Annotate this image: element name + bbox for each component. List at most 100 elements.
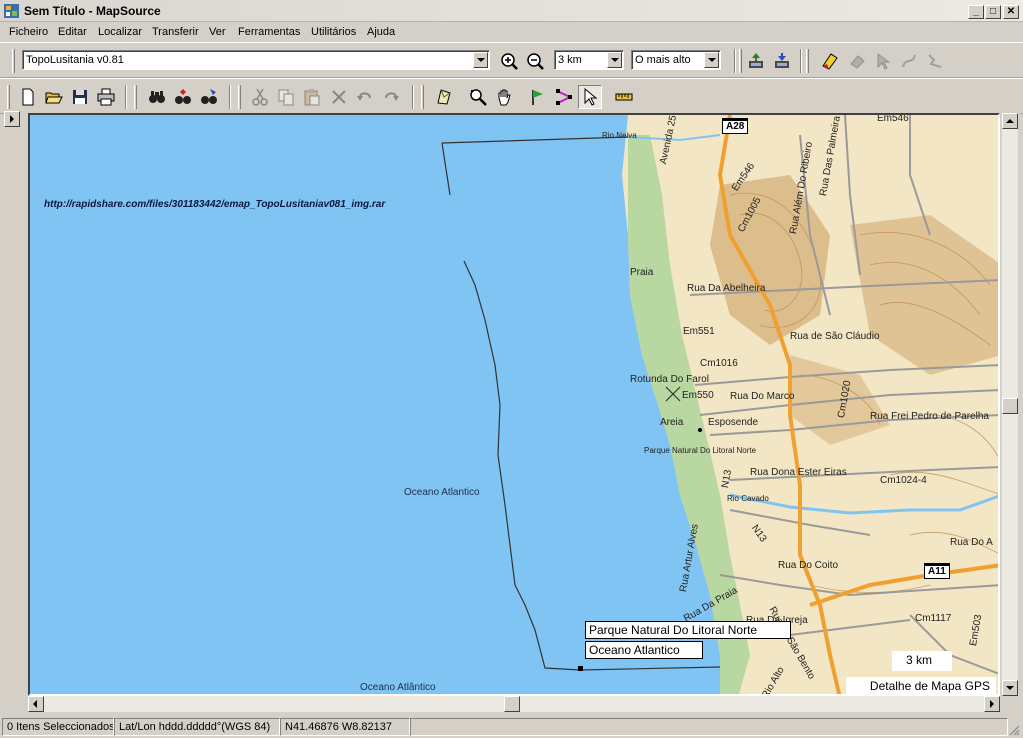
detail-level-select[interactable]: O mais alto	[631, 50, 721, 70]
menu-localizar[interactable]: Localizar	[98, 26, 142, 38]
selection-arrow-icon	[584, 88, 598, 106]
copy-button[interactable]	[274, 85, 298, 109]
find-nearby-button[interactable]	[171, 85, 195, 109]
track-button[interactable]	[923, 49, 947, 73]
delete-button[interactable]	[327, 85, 351, 109]
chevron-down-icon[interactable]	[704, 52, 719, 68]
map-canvas[interactable]: http://rapidshare.com/files/301183442/em…	[28, 113, 1000, 696]
map-label: Rua Do Coito	[778, 560, 839, 571]
find-button[interactable]	[145, 85, 169, 109]
toolbar-separator	[734, 49, 736, 73]
scroll-up-button[interactable]	[1002, 113, 1018, 129]
expand-sidebar-button[interactable]	[4, 111, 20, 127]
route-icon	[902, 54, 916, 68]
toolbar-grip[interactable]	[7, 85, 10, 109]
map-frame: http://rapidshare.com/files/301183442/em…	[4, 110, 1020, 716]
map-eraser-button[interactable]	[845, 49, 869, 73]
vertical-scrollbar[interactable]	[1002, 113, 1018, 696]
map-product-button[interactable]	[818, 49, 842, 73]
zoom-tool-button[interactable]	[466, 85, 490, 109]
toolbar-grip[interactable]	[421, 85, 424, 109]
title-bar[interactable]: Sem Título - MapSource _ □ ✕	[0, 0, 1023, 22]
toolbar-separator	[229, 85, 231, 109]
map-label: Rio Cavado	[727, 494, 769, 503]
distance-ruler-button[interactable]	[612, 85, 636, 109]
print-button[interactable]	[94, 85, 118, 109]
find-address-button[interactable]	[197, 85, 221, 109]
redo-icon	[385, 92, 399, 101]
send-to-device-button[interactable]	[744, 49, 768, 73]
map-label: Em551	[683, 326, 715, 337]
chevron-down-icon[interactable]	[473, 52, 488, 68]
toolbar-separator	[125, 85, 127, 109]
zoom-scale-select[interactable]: 3 km	[554, 50, 624, 70]
toolbar-grip[interactable]	[134, 85, 137, 109]
pan-hand-icon	[498, 89, 511, 106]
waypoint-flag-icon	[532, 90, 543, 105]
cut-button[interactable]	[248, 85, 272, 109]
mapsource-window: Sem Título - MapSource _ □ ✕ Ficheiro Ed…	[0, 0, 1023, 738]
map-label: Rotunda Do Farol	[630, 374, 709, 385]
copy-icon	[278, 89, 294, 106]
horizontal-scroll-thumb[interactable]	[504, 696, 520, 712]
toolbar-separator	[800, 49, 802, 73]
route-tool-button[interactable]	[552, 85, 576, 109]
vertical-scroll-thumb[interactable]	[1002, 398, 1018, 414]
open-file-button[interactable]	[42, 85, 66, 109]
menu-ajuda[interactable]: Ajuda	[367, 26, 395, 38]
menu-transferir[interactable]: Transferir	[152, 26, 199, 38]
map-label: Parque Natural Do Litoral Norte	[644, 446, 757, 455]
print-icon	[97, 88, 115, 106]
zoom-in-icon	[501, 53, 518, 70]
map-label: Rio Neiva	[602, 131, 637, 140]
undo-icon	[357, 92, 371, 101]
selection-arrow-button[interactable]	[578, 85, 602, 109]
menu-editar[interactable]: Editar	[58, 26, 87, 38]
chevron-down-icon[interactable]	[607, 52, 622, 68]
toolbar-grip[interactable]	[739, 49, 742, 73]
menu-ferramentas[interactable]: Ferramentas	[238, 26, 300, 38]
maximize-button[interactable]: □	[985, 5, 1001, 19]
window-title: Sem Título - MapSource	[24, 4, 161, 18]
status-empty-panel	[410, 718, 1008, 736]
paste-button[interactable]	[300, 85, 324, 109]
map-label: Cm1117	[915, 613, 952, 624]
route-tool-icon	[556, 89, 573, 105]
map-product-select[interactable]: TopoLusitania v0.81	[22, 50, 490, 70]
redo-button[interactable]	[379, 85, 403, 109]
waypoint-flag-button[interactable]	[526, 85, 550, 109]
receive-from-device-button[interactable]	[770, 49, 794, 73]
map-label: Oceano Atlantico	[404, 487, 480, 498]
toolbar-grip[interactable]	[12, 49, 15, 73]
map-label: Rua Da Abelheira	[687, 283, 766, 294]
horizontal-scrollbar[interactable]	[28, 696, 1000, 712]
zoom-in-button[interactable]	[497, 49, 521, 73]
route-button[interactable]	[897, 49, 921, 73]
menu-ficheiro[interactable]: Ficheiro	[9, 26, 48, 38]
menu-ver[interactable]: Ver	[209, 26, 226, 38]
map-label: Em550	[682, 390, 714, 401]
resize-grip-icon[interactable]	[1008, 724, 1020, 736]
save-file-button[interactable]	[68, 85, 92, 109]
close-button[interactable]: ✕	[1003, 5, 1019, 19]
find-icon	[149, 91, 165, 103]
toolbar-grip[interactable]	[806, 49, 809, 73]
undo-button[interactable]	[353, 85, 377, 109]
toolbar-grip[interactable]	[238, 85, 241, 109]
receive-from-device-icon	[775, 53, 789, 68]
map-tool-button[interactable]	[432, 85, 456, 109]
paste-icon	[304, 89, 320, 106]
menu-utilitarios[interactable]: Utilitários	[311, 26, 356, 38]
zoom-out-button[interactable]	[523, 49, 547, 73]
minimize-button[interactable]: _	[968, 5, 984, 19]
scroll-left-button[interactable]	[28, 696, 44, 712]
pan-hand-button[interactable]	[492, 85, 516, 109]
new-file-button[interactable]	[16, 85, 40, 109]
map-select-button[interactable]	[871, 49, 895, 73]
map-tool-icon	[437, 89, 451, 105]
toolbar-map: TopoLusitania v0.81 3 km O mais alto	[0, 42, 1023, 78]
scroll-down-button[interactable]	[1002, 680, 1018, 696]
status-bar: 0 Itens Seleccionados Lat/Lon hddd.ddddd…	[0, 716, 1023, 738]
scroll-right-button[interactable]	[984, 696, 1000, 712]
map-label: Oceano Atlântico	[360, 682, 436, 693]
